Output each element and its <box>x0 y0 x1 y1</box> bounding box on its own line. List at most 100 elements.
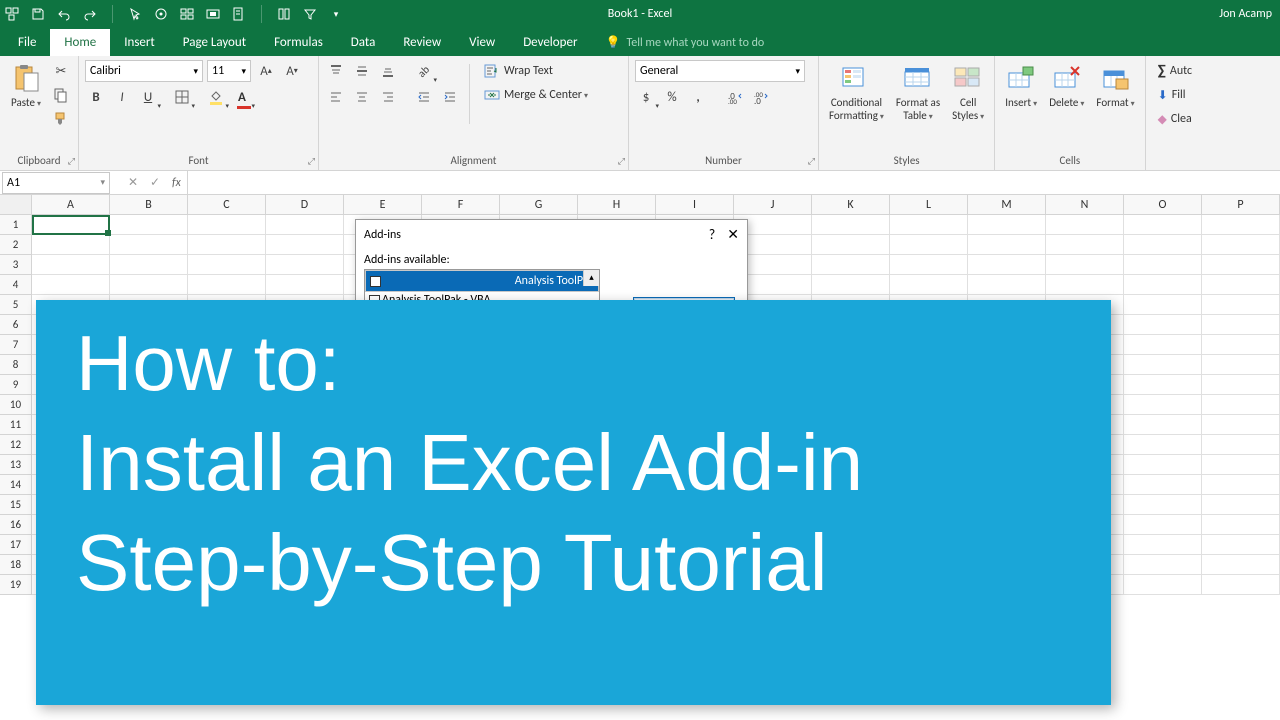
row-header[interactable]: 1 <box>0 215 32 235</box>
cell[interactable] <box>1124 235 1202 255</box>
column-header[interactable]: A <box>32 195 110 214</box>
align-center-button[interactable] <box>351 86 373 108</box>
align-right-button[interactable] <box>377 86 399 108</box>
cell[interactable] <box>1124 315 1202 335</box>
fx-label[interactable]: fx <box>166 176 187 190</box>
copy-button[interactable] <box>50 84 72 106</box>
font-color-button[interactable]: A▾ <box>231 86 253 108</box>
tab-file[interactable]: File <box>4 29 50 56</box>
cell[interactable] <box>1202 435 1280 455</box>
cell[interactable] <box>1202 535 1280 555</box>
autosum-button[interactable]: ∑Autc <box>1152 60 1198 82</box>
column-header[interactable]: G <box>500 195 578 214</box>
row-header[interactable]: 15 <box>0 495 32 515</box>
row-header[interactable]: 16 <box>0 515 32 535</box>
row-header[interactable]: 8 <box>0 355 32 375</box>
checkbox[interactable] <box>370 276 381 287</box>
cell[interactable] <box>1124 435 1202 455</box>
form-icon[interactable] <box>231 6 247 22</box>
column-header[interactable]: L <box>890 195 968 214</box>
font-launcher[interactable]: ⤢ <box>308 156 315 167</box>
increase-decimal-button[interactable]: .0.00 <box>725 86 747 108</box>
tab-review[interactable]: Review <box>389 29 455 56</box>
row-header[interactable]: 17 <box>0 535 32 555</box>
tell-me-search[interactable]: 💡Tell me what you want to do <box>591 29 778 56</box>
align-top-button[interactable] <box>325 60 347 82</box>
cell[interactable] <box>968 275 1046 295</box>
row-header[interactable]: 11 <box>0 415 32 435</box>
cell[interactable] <box>1046 235 1124 255</box>
fill-button[interactable]: ⬇Fill <box>1152 84 1192 106</box>
column-header[interactable]: M <box>968 195 1046 214</box>
column-header[interactable]: D <box>266 195 344 214</box>
underline-button[interactable]: U ▾ <box>137 86 159 108</box>
cell[interactable] <box>1124 455 1202 475</box>
tab-formulas[interactable]: Formulas <box>260 29 337 56</box>
tab-view[interactable]: View <box>455 29 509 56</box>
cell[interactable] <box>110 275 188 295</box>
cell[interactable] <box>968 235 1046 255</box>
cell[interactable] <box>1124 495 1202 515</box>
cell[interactable] <box>1124 395 1202 415</box>
format-painter-button[interactable] <box>50 108 72 130</box>
help-button[interactable]: ? <box>709 226 716 243</box>
row-header[interactable]: 9 <box>0 375 32 395</box>
column-header[interactable]: H <box>578 195 656 214</box>
cell[interactable] <box>968 215 1046 235</box>
cell[interactable] <box>1124 555 1202 575</box>
font-name-select[interactable]: Calibri▾ <box>85 60 203 82</box>
cell[interactable] <box>188 235 266 255</box>
number-launcher[interactable]: ⤢ <box>808 156 815 167</box>
row-header[interactable]: 3 <box>0 255 32 275</box>
filter-icon[interactable] <box>302 6 318 22</box>
merge-center-button[interactable]: Merge & Center <box>478 84 594 106</box>
conditional-formatting-button[interactable]: Conditional Formatting <box>825 60 888 125</box>
cancel-formula-button[interactable]: ✕ <box>122 175 144 190</box>
cell[interactable] <box>968 255 1046 275</box>
clear-button[interactable]: ◆Clea <box>1152 108 1198 130</box>
column-header[interactable]: O <box>1124 195 1202 214</box>
cell[interactable] <box>1124 475 1202 495</box>
column-header[interactable]: F <box>422 195 500 214</box>
decrease-indent-button[interactable] <box>413 86 435 108</box>
cell[interactable] <box>1124 255 1202 275</box>
percent-format-button[interactable]: % <box>661 86 683 108</box>
cell[interactable] <box>1202 375 1280 395</box>
customize-qat-icon[interactable] <box>4 6 20 22</box>
cell[interactable] <box>890 255 968 275</box>
cell[interactable] <box>32 235 110 255</box>
clipboard-launcher[interactable]: ⤢ <box>68 156 75 167</box>
column-header[interactable]: K <box>812 195 890 214</box>
cell[interactable] <box>266 235 344 255</box>
row-header[interactable]: 14 <box>0 475 32 495</box>
macros-icon[interactable] <box>153 6 169 22</box>
cell[interactable] <box>1046 255 1124 275</box>
column-header[interactable]: I <box>656 195 734 214</box>
column-header[interactable]: N <box>1046 195 1124 214</box>
row-header[interactable]: 5 <box>0 295 32 315</box>
column-header[interactable]: E <box>344 195 422 214</box>
screenshot-icon[interactable] <box>205 6 221 22</box>
save-icon[interactable] <box>30 6 46 22</box>
cell[interactable] <box>890 235 968 255</box>
cell[interactable] <box>188 255 266 275</box>
cell[interactable] <box>1124 355 1202 375</box>
font-size-select[interactable]: 11▾ <box>207 60 251 82</box>
cut-button[interactable]: ✂ <box>50 60 72 82</box>
row-header[interactable]: 13 <box>0 455 32 475</box>
column-header[interactable]: J <box>734 195 812 214</box>
cell[interactable] <box>812 275 890 295</box>
cell[interactable] <box>1202 395 1280 415</box>
redo-icon[interactable] <box>82 6 98 22</box>
shrink-font-button[interactable]: A▾ <box>281 60 303 82</box>
select-all-button[interactable] <box>0 195 32 214</box>
cell[interactable] <box>188 215 266 235</box>
tab-developer[interactable]: Developer <box>509 29 591 56</box>
tab-home[interactable]: Home <box>50 29 110 56</box>
column-header[interactable]: B <box>110 195 188 214</box>
cell[interactable] <box>110 255 188 275</box>
cursor-icon[interactable] <box>127 6 143 22</box>
tab-pagelayout[interactable]: Page Layout <box>169 29 260 56</box>
cell-styles-button[interactable]: Cell Styles <box>948 60 988 125</box>
fill-color-button[interactable]: ▾ <box>205 86 227 108</box>
